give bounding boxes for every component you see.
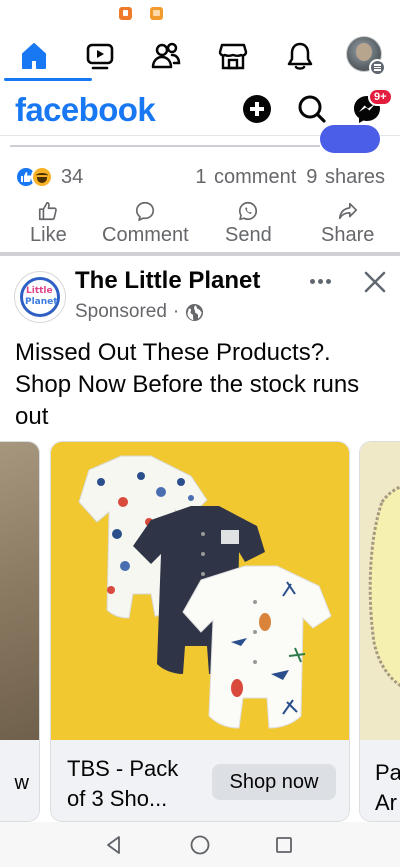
reaction-count: 34 bbox=[61, 166, 84, 188]
reaction-icons bbox=[15, 166, 57, 188]
tab-notifications[interactable] bbox=[275, 34, 325, 78]
tab-marketplace[interactable] bbox=[208, 34, 258, 78]
top-nav-tabs bbox=[0, 28, 400, 82]
share-label: Share bbox=[321, 224, 375, 246]
tab-home[interactable] bbox=[9, 34, 59, 78]
like-icon bbox=[39, 201, 58, 221]
close-icon bbox=[364, 271, 386, 293]
share-button[interactable]: Share bbox=[321, 200, 374, 250]
messenger-badge: 9+ bbox=[368, 88, 393, 106]
tab-watch[interactable] bbox=[75, 34, 125, 78]
rompers-illustration bbox=[78, 455, 332, 729]
shop-now-button[interactable]: Shop now bbox=[212, 764, 336, 800]
advertiser-avatar[interactable] bbox=[14, 271, 66, 323]
product-carousel[interactable]: w TBS - Pack of 3 Sho... Shop now Pa Ar bbox=[0, 441, 400, 822]
sponsored-line: Sponsored · bbox=[75, 301, 204, 323]
video-icon bbox=[86, 43, 114, 70]
tab-friends[interactable] bbox=[141, 34, 191, 78]
previous-post-cta-button[interactable] bbox=[320, 125, 380, 153]
product-image bbox=[0, 442, 39, 740]
advertiser-name[interactable]: The Little Planet bbox=[75, 267, 260, 295]
bell-icon bbox=[287, 42, 313, 70]
hide-post-button[interactable] bbox=[361, 268, 389, 296]
comment-label: Comment bbox=[102, 224, 189, 246]
search-icon bbox=[298, 95, 326, 123]
feed-divider bbox=[0, 252, 400, 256]
recents-button[interactable] bbox=[271, 832, 297, 858]
carousel-card-next[interactable]: Pa Ar bbox=[359, 441, 400, 822]
product-title[interactable]: TBS - Pack of 3 Sho... bbox=[67, 754, 197, 814]
status-bar bbox=[0, 0, 400, 28]
haha-reaction-icon bbox=[31, 166, 53, 188]
media-edge-line bbox=[10, 145, 320, 147]
like-button[interactable]: Like bbox=[30, 200, 67, 250]
back-triangle-icon bbox=[107, 836, 120, 854]
previous-post-media-edge bbox=[0, 125, 400, 153]
comment-count[interactable]: 1 comment bbox=[195, 166, 296, 188]
back-button[interactable] bbox=[101, 832, 127, 858]
whatsapp-icon bbox=[239, 201, 258, 221]
like-label: Like bbox=[30, 224, 67, 246]
product-title-fragment: Pa Ar bbox=[375, 760, 400, 815]
system-navigation-bar bbox=[0, 822, 400, 867]
marketplace-icon bbox=[218, 43, 248, 70]
product-image-art bbox=[368, 485, 400, 688]
comment-icon bbox=[136, 201, 155, 221]
app-notification-icon-2 bbox=[150, 7, 163, 20]
little-planet-logo bbox=[20, 277, 60, 317]
facebook-logo: facebook bbox=[15, 91, 156, 128]
post-actions: Like Comment Send Share bbox=[0, 198, 400, 252]
reactions-summary[interactable]: 34 1 comment 9 shares bbox=[0, 162, 400, 192]
tab-menu[interactable] bbox=[346, 36, 386, 76]
create-button[interactable] bbox=[240, 92, 274, 126]
white-romper-ocean bbox=[182, 565, 332, 729]
home-icon bbox=[22, 43, 46, 69]
card-footer: TBS - Pack of 3 Sho... Shop now bbox=[51, 740, 349, 821]
app-notification-icon bbox=[119, 7, 132, 20]
product-image bbox=[360, 442, 400, 740]
card-footer: Pa Ar bbox=[360, 740, 400, 821]
search-button[interactable] bbox=[295, 92, 329, 126]
share-icon bbox=[338, 202, 357, 220]
comment-share-counts[interactable]: 1 comment 9 shares bbox=[195, 166, 385, 189]
product-image[interactable] bbox=[51, 442, 349, 740]
plus-circle-icon bbox=[243, 95, 271, 123]
sponsored-label: Sponsored bbox=[75, 301, 167, 322]
product-title-fragment: w bbox=[14, 772, 29, 794]
home-circle-icon bbox=[190, 835, 210, 855]
ad-body-text: Missed Out These Products?. Shop Now Bef… bbox=[15, 339, 360, 430]
friends-icon bbox=[151, 42, 181, 69]
globe-icon bbox=[186, 303, 204, 321]
menu-icon bbox=[369, 59, 386, 76]
carousel-card-previous[interactable]: w bbox=[0, 441, 40, 822]
separator-dot: · bbox=[172, 301, 180, 322]
more-options-button[interactable] bbox=[305, 270, 335, 292]
send-label: Send bbox=[225, 224, 272, 246]
carousel-card[interactable]: TBS - Pack of 3 Sho... Shop now bbox=[50, 441, 350, 822]
share-count[interactable]: 9 shares bbox=[306, 166, 385, 188]
card-footer: w bbox=[0, 740, 39, 821]
comment-button[interactable]: Comment bbox=[102, 200, 189, 250]
send-button[interactable]: Send bbox=[225, 200, 272, 250]
active-tab-indicator bbox=[4, 78, 92, 81]
recents-square-icon bbox=[276, 837, 292, 853]
home-button[interactable] bbox=[187, 832, 213, 858]
